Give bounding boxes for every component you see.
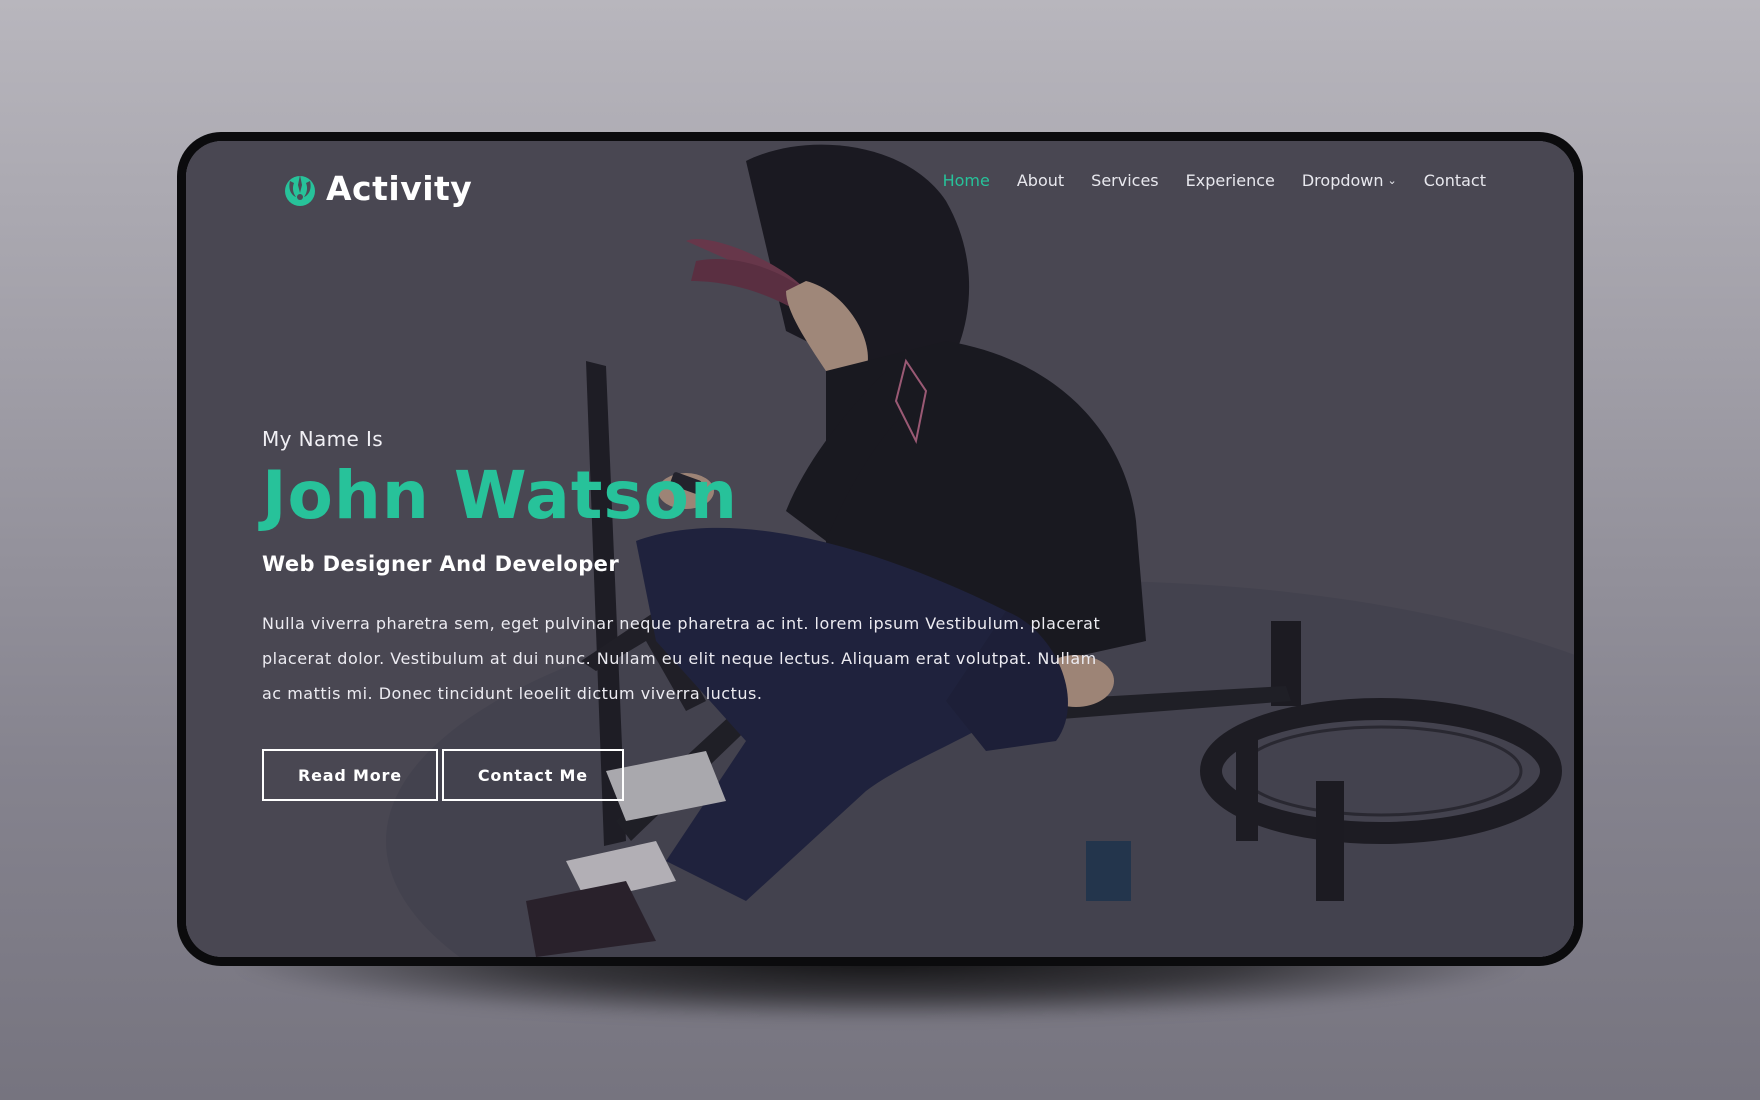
nav-item-experience[interactable]: Experience — [1186, 171, 1275, 190]
nav-item-home[interactable]: Home — [943, 171, 990, 190]
hero-screen: Activity Home About Services Experience … — [186, 141, 1574, 957]
nav-item-services[interactable]: Services — [1091, 171, 1158, 190]
brand-name: Activity — [326, 169, 473, 208]
contact-me-button[interactable]: Contact Me — [441, 749, 624, 802]
brand-logo[interactable]: Activity — [282, 169, 472, 208]
hero-intro: My Name Is — [262, 427, 384, 451]
rebel-emblem-icon — [285, 174, 315, 206]
hero-role: Web Designer And Developer — [262, 552, 620, 577]
nav-item-dropdown[interactable]: Dropdown ⌄ — [1302, 171, 1397, 190]
hero-buttons: Read More Contact Me — [262, 749, 1162, 802]
nav-item-dropdown-label: Dropdown — [1301, 171, 1384, 190]
main-nav: Home About Services Experience Dropdown … — [943, 171, 1486, 190]
device-frame: Activity Home About Services Experience … — [177, 132, 1583, 966]
chevron-down-icon: ⌄ — [1387, 174, 1397, 187]
read-more-button[interactable]: Read More — [262, 749, 438, 802]
hero-content: My Name Is John Watson Web Designer And … — [262, 427, 1162, 802]
nav-item-about[interactable]: About — [1017, 171, 1064, 190]
hero-name: John Watson — [262, 457, 738, 534]
nav-item-contact[interactable]: Contact — [1424, 171, 1486, 190]
hero-description: Nulla viverra pharetra sem, eget pulvina… — [262, 614, 1101, 704]
